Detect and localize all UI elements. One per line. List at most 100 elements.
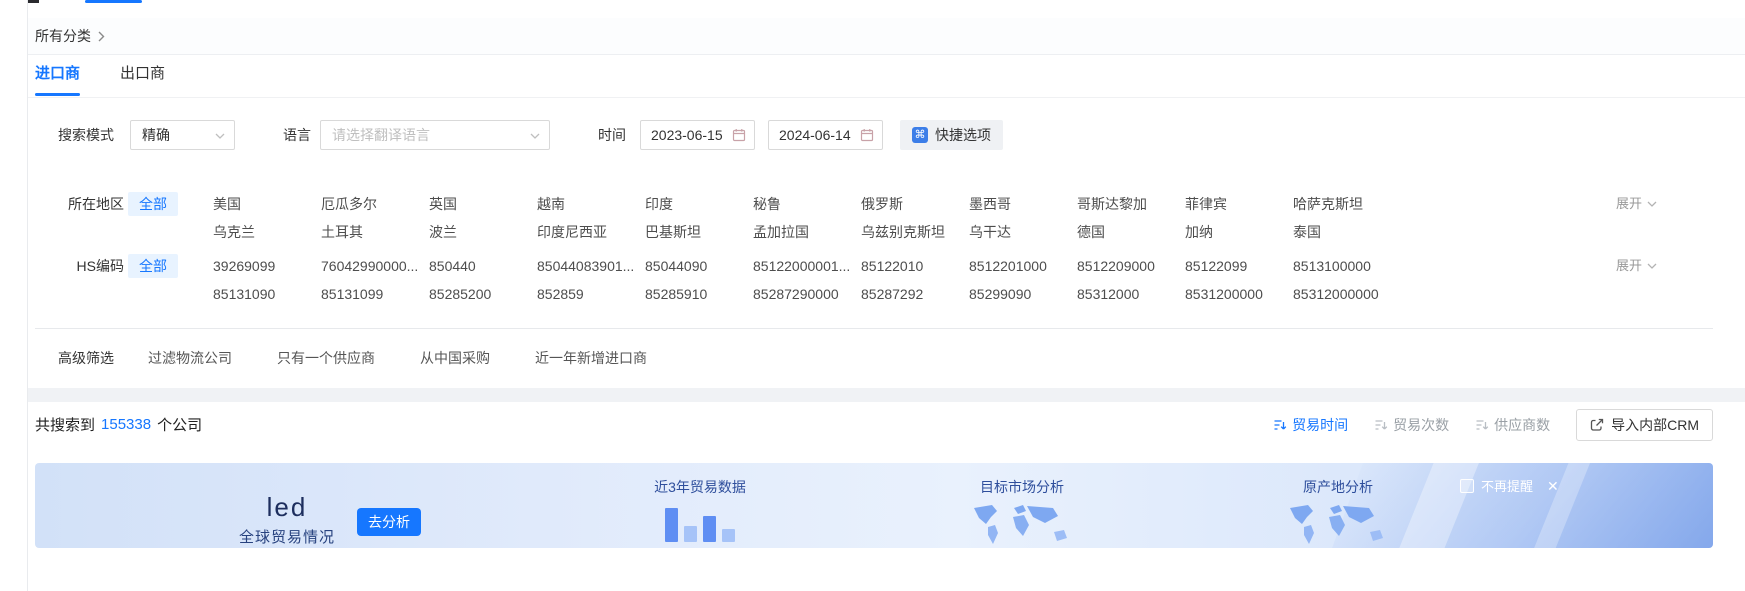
hs-code-item[interactable]: 85044090 <box>645 252 753 280</box>
dismiss-checkbox[interactable] <box>1460 479 1474 493</box>
calendar-icon <box>860 128 874 142</box>
region-item[interactable]: 乌兹别克斯坦 <box>861 218 969 246</box>
region-item[interactable]: 印度尼西亚 <box>537 218 645 246</box>
chevron-down-icon <box>215 133 225 139</box>
hs-code-item[interactable]: 850440 <box>429 252 537 280</box>
advanced-option[interactable]: 从中国采购 <box>420 348 490 368</box>
hs-code-item[interactable]: 85131099 <box>321 280 429 308</box>
banner-item-label: 目标市场分析 <box>980 477 1064 497</box>
hs-all-chip[interactable]: 全部 <box>128 254 178 278</box>
banner-item-origin: 原产地分析 <box>1263 477 1413 548</box>
hs-code-item[interactable]: 85122010 <box>861 252 969 280</box>
hs-code-item[interactable]: 85287292 <box>861 280 969 308</box>
hs-code-item[interactable]: 76042990000... <box>321 252 429 280</box>
region-item[interactable]: 德国 <box>1077 218 1185 246</box>
search-mode-select[interactable]: 精确 <box>130 120 235 150</box>
region-item[interactable]: 孟加拉国 <box>753 218 861 246</box>
advanced-option[interactable]: 过滤物流公司 <box>148 348 232 368</box>
sort-icon <box>1475 418 1489 432</box>
region-item[interactable]: 英国 <box>429 190 537 218</box>
region-item[interactable]: 墨西哥 <box>969 190 1077 218</box>
quick-options-label: 快捷选项 <box>935 125 991 145</box>
language-select[interactable]: 请选择翻译语言 <box>320 120 550 150</box>
quick-options-button[interactable]: ⌘ 快捷选项 <box>900 120 1003 150</box>
summary-prefix: 共搜索到 <box>35 414 95 435</box>
results-header: 共搜索到 155338 个公司 贸易时间 贸易次数 供应商数 导入内部CRM <box>35 402 1713 447</box>
import-crm-button[interactable]: 导入内部CRM <box>1576 409 1713 441</box>
section-gap <box>28 388 1745 402</box>
region-item[interactable]: 俄罗斯 <box>861 190 969 218</box>
region-all-chip[interactable]: 全部 <box>128 192 178 216</box>
banner-item-trade-data: 近3年贸易数据 <box>625 477 775 542</box>
hs-code-item[interactable]: 8512201000 <box>969 252 1077 280</box>
world-map-icon <box>966 502 1078 548</box>
banner-item-label: 近3年贸易数据 <box>654 477 746 497</box>
top-active-tab-indicator <box>85 0 142 3</box>
region-item[interactable]: 哈萨克斯坦 <box>1293 190 1401 218</box>
results-controls: 贸易时间 贸易次数 供应商数 导入内部CRM <box>1273 409 1713 441</box>
hs-code-item[interactable]: 85131090 <box>213 280 321 308</box>
hs-code-item[interactable]: 852859 <box>537 280 645 308</box>
hs-row-2: 8513109085131099852852008528598528591085… <box>213 280 1401 308</box>
region-item[interactable]: 波兰 <box>429 218 537 246</box>
tab-label: 出口商 <box>120 65 165 82</box>
end-date-input[interactable]: 2024-06-14 <box>768 120 883 150</box>
region-item[interactable]: 菲律宾 <box>1185 190 1293 218</box>
advanced-filter-label: 高级筛选 <box>58 348 114 368</box>
tab[interactable]: 出口商 <box>120 62 165 96</box>
hs-code-item[interactable]: 8531200000 <box>1185 280 1293 308</box>
analyze-button[interactable]: 去分析 <box>357 508 421 536</box>
hs-code-item[interactable]: 8513100000 <box>1293 252 1401 280</box>
advanced-filter-row: 高级筛选 过滤物流公司 只有一个供应商 从中国采购 近一年新增进口商 <box>58 344 647 372</box>
region-item[interactable]: 厄瓜多尔 <box>321 190 429 218</box>
hs-code-item[interactable]: 85285910 <box>645 280 753 308</box>
advanced-option[interactable]: 只有一个供应商 <box>277 348 375 368</box>
sort-label: 供应商数 <box>1494 415 1550 435</box>
hs-code-item[interactable]: 85285200 <box>429 280 537 308</box>
hs-code-item[interactable]: 85287290000 <box>753 280 861 308</box>
hs-row-1: 3926909976042990000...85044085044083901.… <box>213 252 1401 280</box>
hs-expand-button[interactable]: 展开 <box>1616 252 1657 280</box>
language-placeholder: 请选择翻译语言 <box>332 125 430 145</box>
dismiss-label: 不再提醒 <box>1481 476 1533 495</box>
sort-option[interactable]: 贸易时间 <box>1273 415 1348 435</box>
region-item[interactable]: 越南 <box>537 190 645 218</box>
advanced-option[interactable]: 近一年新增进口商 <box>535 348 647 368</box>
banner-item-label: 原产地分析 <box>1303 477 1373 497</box>
results-summary: 共搜索到 155338 个公司 <box>35 414 202 435</box>
region-item[interactable]: 土耳其 <box>321 218 429 246</box>
hs-code-item[interactable]: 8512209000 <box>1077 252 1185 280</box>
close-icon[interactable]: ✕ <box>1547 479 1559 493</box>
search-mode-value: 精确 <box>142 125 170 145</box>
region-item[interactable]: 泰国 <box>1293 218 1401 246</box>
hs-code-item[interactable]: 85122000001... <box>753 252 861 280</box>
region-item[interactable]: 秘鲁 <box>753 190 861 218</box>
region-item[interactable]: 乌干达 <box>969 218 1077 246</box>
sort-option[interactable]: 供应商数 <box>1475 415 1550 435</box>
hs-code-item[interactable]: 85312000 <box>1077 280 1185 308</box>
bar-chart-icon <box>665 504 735 542</box>
sort-option[interactable]: 贸易次数 <box>1374 415 1449 435</box>
hs-code-item[interactable]: 85299090 <box>969 280 1077 308</box>
region-item[interactable]: 乌克兰 <box>213 218 321 246</box>
tab[interactable]: 进口商 <box>35 62 80 96</box>
region-expand-button[interactable]: 展开 <box>1616 190 1657 218</box>
region-item[interactable]: 印度 <box>645 190 753 218</box>
search-mode-label: 搜索模式 <box>58 120 114 150</box>
banner-keyword-block: led 全球贸易情况 <box>217 492 357 547</box>
hs-code-item[interactable]: 85312000000 <box>1293 280 1401 308</box>
start-date-input[interactable]: 2023-06-15 <box>640 120 755 150</box>
region-item[interactable]: 美国 <box>213 190 321 218</box>
region-item[interactable]: 哥斯达黎加 <box>1077 190 1185 218</box>
dismiss-control: 不再提醒 ✕ <box>1460 476 1559 495</box>
chevron-down-icon <box>530 133 540 139</box>
hs-code-item[interactable]: 85122099 <box>1185 252 1293 280</box>
world-map-icon <box>1282 502 1394 548</box>
hs-code-item[interactable]: 85044083901... <box>537 252 645 280</box>
tab-label: 进口商 <box>35 65 80 82</box>
region-item[interactable]: 巴基斯坦 <box>645 218 753 246</box>
region-item[interactable]: 加纳 <box>1185 218 1293 246</box>
hs-code-item[interactable]: 39269099 <box>213 252 321 280</box>
summary-suffix: 个公司 <box>157 414 202 435</box>
breadcrumb[interactable]: 所有分类 <box>35 26 105 46</box>
